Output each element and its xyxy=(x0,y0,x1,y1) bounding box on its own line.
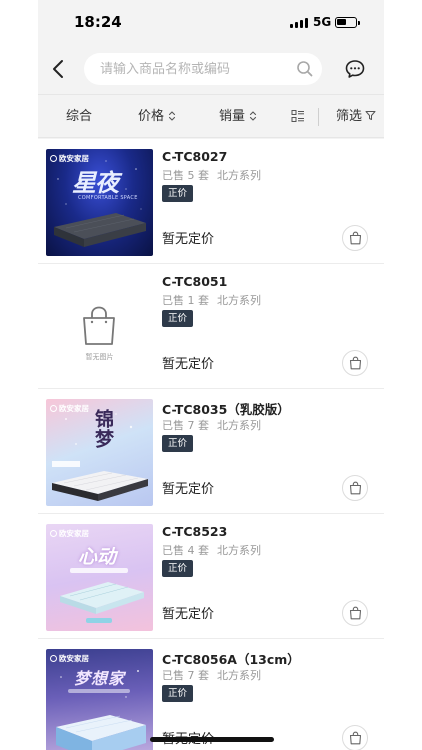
product-series: 北方系列 xyxy=(217,169,261,182)
status-bar: 18:24 5G xyxy=(38,0,384,44)
add-to-cart-button[interactable] xyxy=(342,725,368,750)
product-meta: 已售 4 套北方系列 xyxy=(162,542,261,558)
image-placeholder-text: 暂无图片 xyxy=(85,353,114,361)
filter-bar: 综合 价格 销量 筛选 xyxy=(38,94,384,138)
price-tag-badge: 正价 xyxy=(162,435,194,452)
product-card[interactable]: 欧安家居 星夜 COMFORTABLE SPACE C-TC8027 已售 5 … xyxy=(38,139,384,264)
product-price: 暂无定价 xyxy=(162,232,215,247)
price-tag-badge: 正价 xyxy=(162,560,194,577)
product-meta: 已售 1 套北方系列 xyxy=(162,292,261,308)
product-image[interactable]: 欧安家居 锦梦 xyxy=(46,399,153,506)
filter-comprehensive-label: 综合 xyxy=(66,109,93,124)
filter-divider xyxy=(318,108,319,126)
product-name[interactable]: C-TC8056A（13cm） xyxy=(162,649,300,668)
product-info: C-TC8056A（13cm） 已售 7 套北方系列 正价 暂无定价 xyxy=(162,639,384,750)
product-price: 暂无定价 xyxy=(162,357,215,372)
product-sold: 已售 7 套 xyxy=(162,419,209,432)
product-image[interactable]: 欧安家居 心动 xyxy=(46,524,153,631)
add-to-cart-button[interactable] xyxy=(342,475,368,501)
price-tag-badge: 正价 xyxy=(162,685,194,702)
mattress-illustration xyxy=(52,413,148,501)
product-card[interactable]: 暂无图片 C-TC8051 已售 1 套北方系列 正价 暂无定价 xyxy=(38,264,384,389)
sort-arrows-icon xyxy=(249,110,257,121)
filter-button[interactable]: 筛选 xyxy=(336,95,376,139)
product-info: C-TC8035（乳胶版） 已售 7 套北方系列 正价 暂无定价 xyxy=(162,389,384,514)
add-to-cart-button[interactable] xyxy=(342,600,368,626)
product-name[interactable]: C-TC8523 xyxy=(162,524,227,539)
product-price: 暂无定价 xyxy=(162,482,215,497)
shopping-bag-icon xyxy=(349,731,362,745)
search-header xyxy=(38,44,384,94)
status-time: 18:24 xyxy=(74,13,122,31)
signal-icon xyxy=(290,17,308,28)
product-image[interactable]: 欧安家居 梦想家 xyxy=(46,649,153,750)
product-card[interactable]: 欧安家居 心动 C-TC8523 已售 4 套北方系列 正价 暂无定价 xyxy=(38,514,384,639)
product-image[interactable]: 欧安家居 星夜 COMFORTABLE SPACE xyxy=(46,149,153,256)
chevron-left-icon xyxy=(53,60,63,78)
search-input[interactable] xyxy=(100,53,290,85)
sort-arrows-icon xyxy=(168,110,176,121)
product-series: 北方系列 xyxy=(217,669,261,682)
price-tag-badge: 正价 xyxy=(162,185,194,202)
mattress-illustration xyxy=(56,670,146,750)
product-series: 北方系列 xyxy=(217,544,261,557)
product-price: 暂无定价 xyxy=(162,607,215,622)
filter-price[interactable]: 价格 xyxy=(138,95,176,139)
add-to-cart-button[interactable] xyxy=(342,350,368,376)
product-info: C-TC8051 已售 1 套北方系列 正价 暂无定价 xyxy=(162,264,384,389)
app-screen: 18:24 5G 综合 价格 销量 xyxy=(38,0,384,750)
product-sold: 已售 5 套 xyxy=(162,169,209,182)
shopping-bag-icon xyxy=(349,481,362,495)
shopping-bag-icon xyxy=(349,231,362,245)
product-list: 欧安家居 星夜 COMFORTABLE SPACE C-TC8027 已售 5 … xyxy=(38,139,384,750)
product-sold: 已售 4 套 xyxy=(162,544,209,557)
filter-sales-label: 销量 xyxy=(219,109,246,124)
product-name[interactable]: C-TC8035（乳胶版） xyxy=(162,399,290,418)
back-button[interactable] xyxy=(44,54,74,84)
funnel-icon xyxy=(365,111,376,120)
network-type: 5G xyxy=(313,15,332,29)
filter-comprehensive[interactable]: 综合 xyxy=(66,95,92,139)
product-meta: 已售 5 套北方系列 xyxy=(162,167,261,183)
filter-button-label: 筛选 xyxy=(336,109,363,124)
filter-price-label: 价格 xyxy=(138,109,165,124)
shopping-bag-icon xyxy=(349,356,362,370)
mattress-illustration xyxy=(54,160,146,247)
search-icon[interactable] xyxy=(296,60,314,78)
product-info: C-TC8523 已售 4 套北方系列 正价 暂无定价 xyxy=(162,514,384,639)
search-bar[interactable] xyxy=(84,53,322,85)
product-meta: 已售 7 套北方系列 xyxy=(162,667,261,683)
list-layout-icon[interactable] xyxy=(291,109,305,123)
product-info: C-TC8027 已售 5 套北方系列 正价 暂无定价 xyxy=(162,139,384,264)
home-indicator xyxy=(150,737,274,742)
mattress-illustration xyxy=(60,568,144,623)
product-sold: 已售 1 套 xyxy=(162,294,209,307)
battery-icon xyxy=(335,17,360,28)
message-icon[interactable] xyxy=(344,58,366,80)
product-series: 北方系列 xyxy=(217,419,261,432)
image-placeholder-icon xyxy=(83,306,115,345)
add-to-cart-button[interactable] xyxy=(342,225,368,251)
product-series: 北方系列 xyxy=(217,294,261,307)
product-meta: 已售 7 套北方系列 xyxy=(162,417,261,433)
price-tag-badge: 正价 xyxy=(162,310,194,327)
product-card[interactable]: 欧安家居 锦梦 C-TC8035（乳胶版） 已售 7 套北方系列 正价 暂无定价 xyxy=(38,389,384,514)
product-image-placeholder[interactable]: 暂无图片 xyxy=(46,274,153,381)
filter-sales[interactable]: 销量 xyxy=(219,95,257,139)
product-sold: 已售 7 套 xyxy=(162,669,209,682)
shopping-bag-icon xyxy=(349,606,362,620)
product-card[interactable]: 欧安家居 梦想家 C-TC8056A（13cm） 已售 7 套北方系列 正价 暂… xyxy=(38,639,384,750)
product-name[interactable]: C-TC8027 xyxy=(162,149,227,164)
product-name[interactable]: C-TC8051 xyxy=(162,274,227,289)
